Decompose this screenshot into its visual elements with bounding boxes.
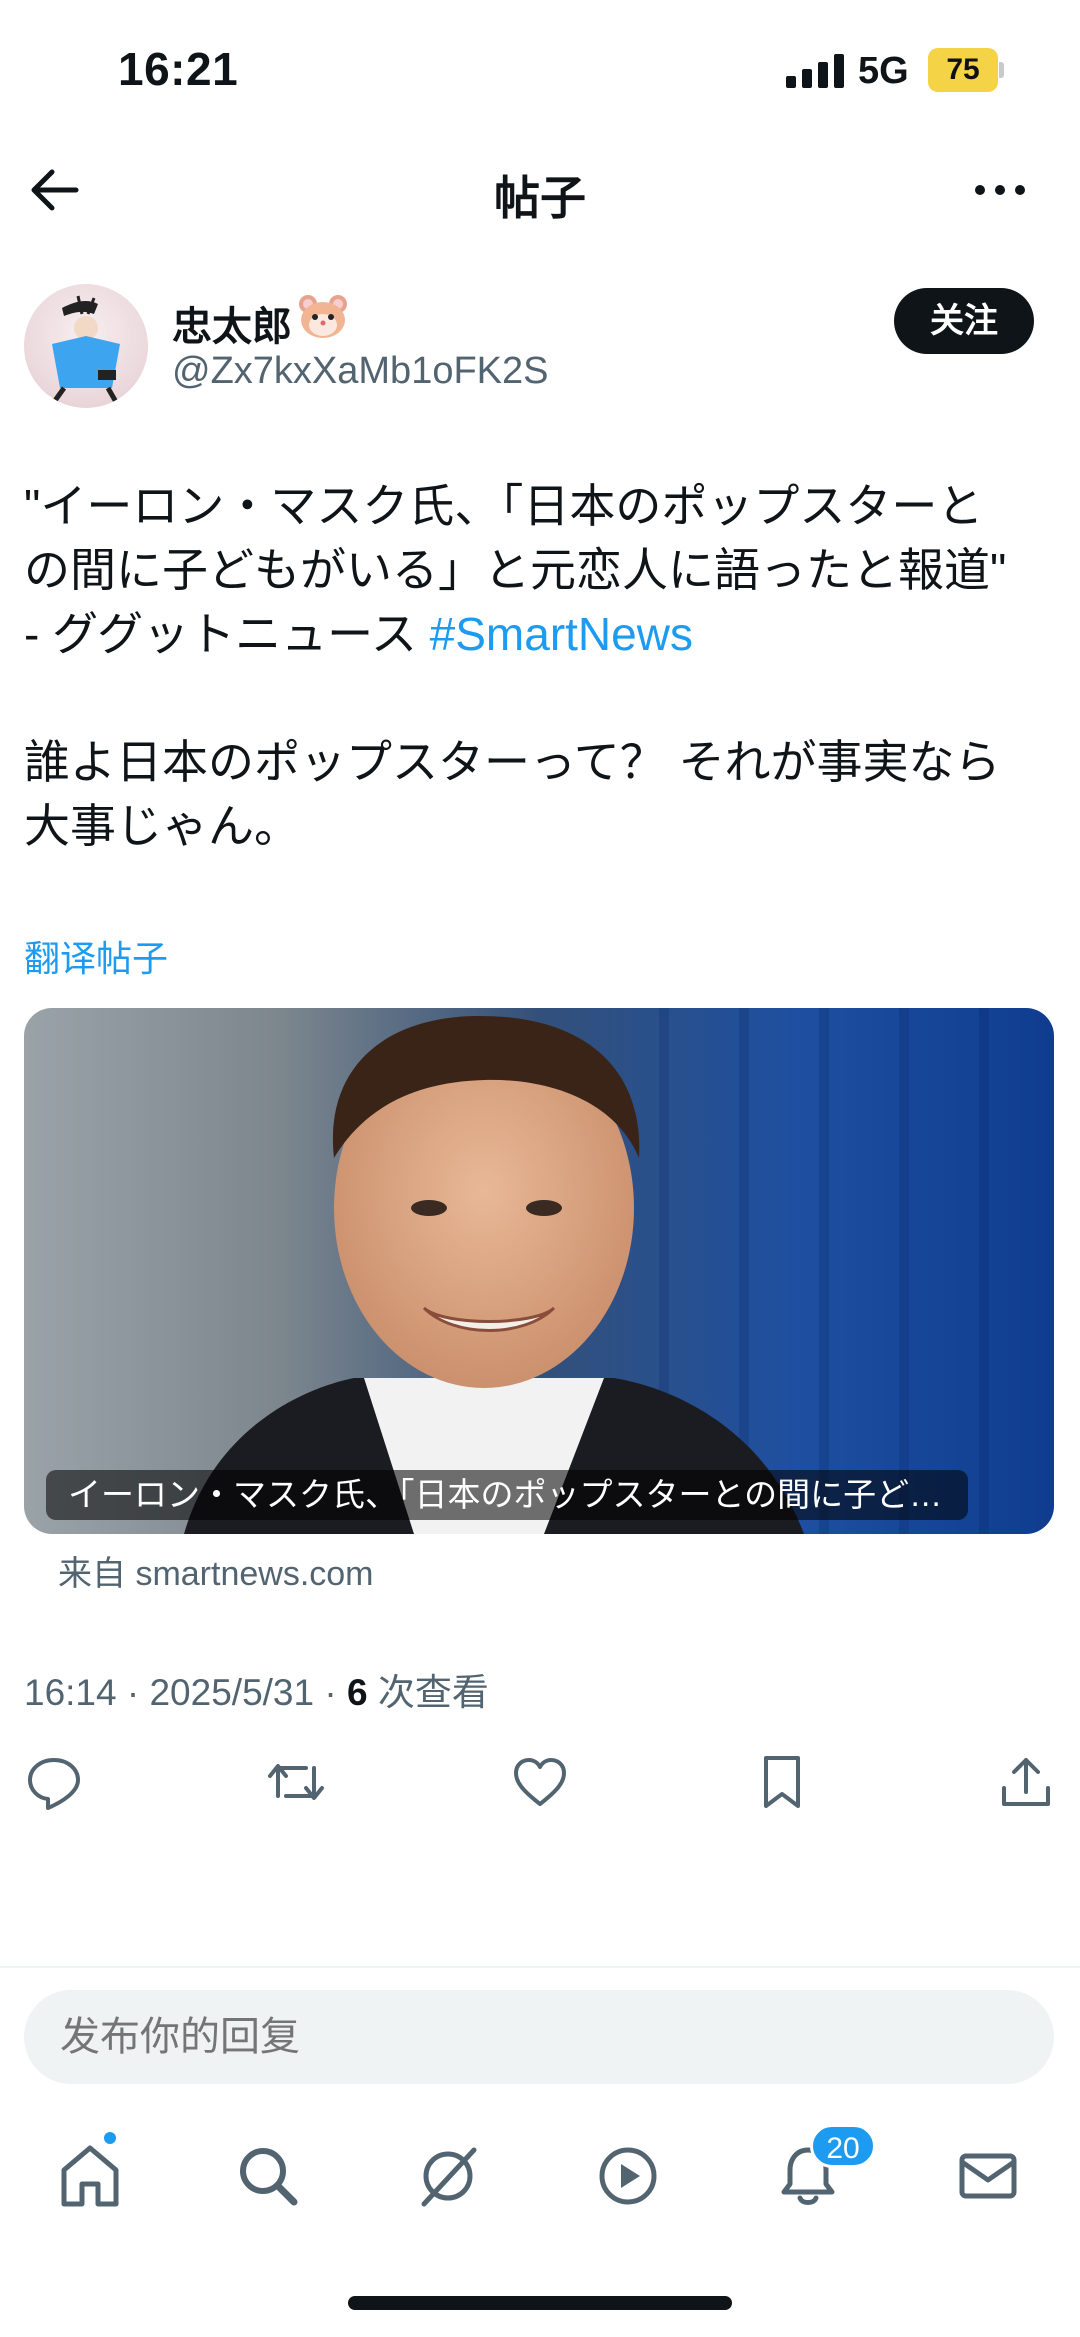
nav-bar: 帖子 xyxy=(0,140,1080,240)
follow-button[interactable]: 关注 xyxy=(894,288,1034,354)
repost-button[interactable] xyxy=(266,1752,326,1812)
search-icon xyxy=(240,2148,298,2206)
grok-icon xyxy=(421,2147,477,2207)
reply-input[interactable] xyxy=(24,1990,1054,2084)
post-time: 16:14 xyxy=(24,1672,117,1713)
share-icon xyxy=(1002,1758,1050,1806)
portrait-photo xyxy=(24,1008,1054,1534)
link-card-caption: イーロン・マスク氏、「日本のポップスターとの間に子ど… xyxy=(46,1470,968,1520)
tab-messages[interactable] xyxy=(952,2140,1024,2212)
view-count: 6 xyxy=(346,1672,368,1713)
signal-icon xyxy=(786,54,844,88)
author-handle[interactable]: @Zx7kxXaMb1oFK2S xyxy=(172,350,549,393)
post-text-segment: - ググットニュース xyxy=(24,608,430,660)
battery-level: 75 xyxy=(946,53,980,86)
link-card-image[interactable]: イーロン・マスク氏、「日本のポップスターとの間に子ど… xyxy=(24,1008,1054,1534)
home-indicator xyxy=(348,2296,732,2310)
repost-icon xyxy=(268,1764,324,1800)
reply-button[interactable] xyxy=(24,1752,84,1812)
page-title: 帖子 xyxy=(494,172,586,224)
reply-icon xyxy=(28,1758,80,1810)
network-label: 5G xyxy=(858,50,909,92)
meta-separator: · xyxy=(324,1672,347,1713)
view-label: 次查看 xyxy=(377,1672,489,1713)
notification-badge: 20 xyxy=(810,2124,876,2168)
avatar[interactable] xyxy=(24,284,148,408)
bookmark-icon xyxy=(764,1756,800,1808)
share-button[interactable] xyxy=(996,1752,1056,1812)
battery-icon: 75 xyxy=(928,48,1004,92)
home-icon xyxy=(61,2145,119,2207)
link-card-source[interactable]: 来自 smartnews.com xyxy=(58,1546,374,1595)
post-meta: 16:14 · 2025/5/31 · 6 次查看 xyxy=(24,1662,489,1716)
mail-icon xyxy=(959,2153,1017,2199)
status-bar: 16:21 5G 75 xyxy=(0,0,1080,140)
post-text-line: の間に子どもがいる」と元恋人に語ったと報道" xyxy=(24,544,1007,596)
post-text-line: 誰よ日本のポップスターって？ それが事実なら xyxy=(24,736,1001,788)
hamster-icon xyxy=(299,295,347,338)
post-text-line xyxy=(24,666,1054,730)
like-icon xyxy=(514,1758,566,1806)
post-date: 2025/5/31 xyxy=(149,1672,315,1713)
play-icon xyxy=(599,2147,657,2205)
hashtag-link[interactable]: #SmartNews xyxy=(430,608,693,660)
new-posts-dot xyxy=(102,2130,118,2146)
tab-grok[interactable] xyxy=(412,2140,484,2212)
more-options-icon[interactable] xyxy=(970,170,1030,210)
like-button[interactable] xyxy=(510,1752,570,1812)
post-text: "イーロン・マスク氏、「日本のポップスターと の間に子どもがいる」と元恋人に語っ… xyxy=(24,474,1054,858)
tab-search[interactable] xyxy=(232,2140,304,2212)
post-text-line: 大事じゃん。 xyxy=(24,800,300,852)
tab-videos[interactable] xyxy=(592,2140,664,2212)
post-text-line: - ググットニュース #SmartNews xyxy=(24,602,1054,666)
bookmark-button[interactable] xyxy=(752,1752,812,1812)
meta-separator: · xyxy=(126,1672,150,1713)
tab-home[interactable] xyxy=(54,2140,126,2212)
status-time: 16:21 xyxy=(118,43,239,95)
post-text-line: "イーロン・マスク氏、「日本のポップスターと xyxy=(24,480,984,532)
divider xyxy=(0,1966,1080,1968)
translate-post-link[interactable]: 翻译帖子 xyxy=(24,930,168,982)
author-name[interactable]: 忠太郎 xyxy=(172,294,292,352)
